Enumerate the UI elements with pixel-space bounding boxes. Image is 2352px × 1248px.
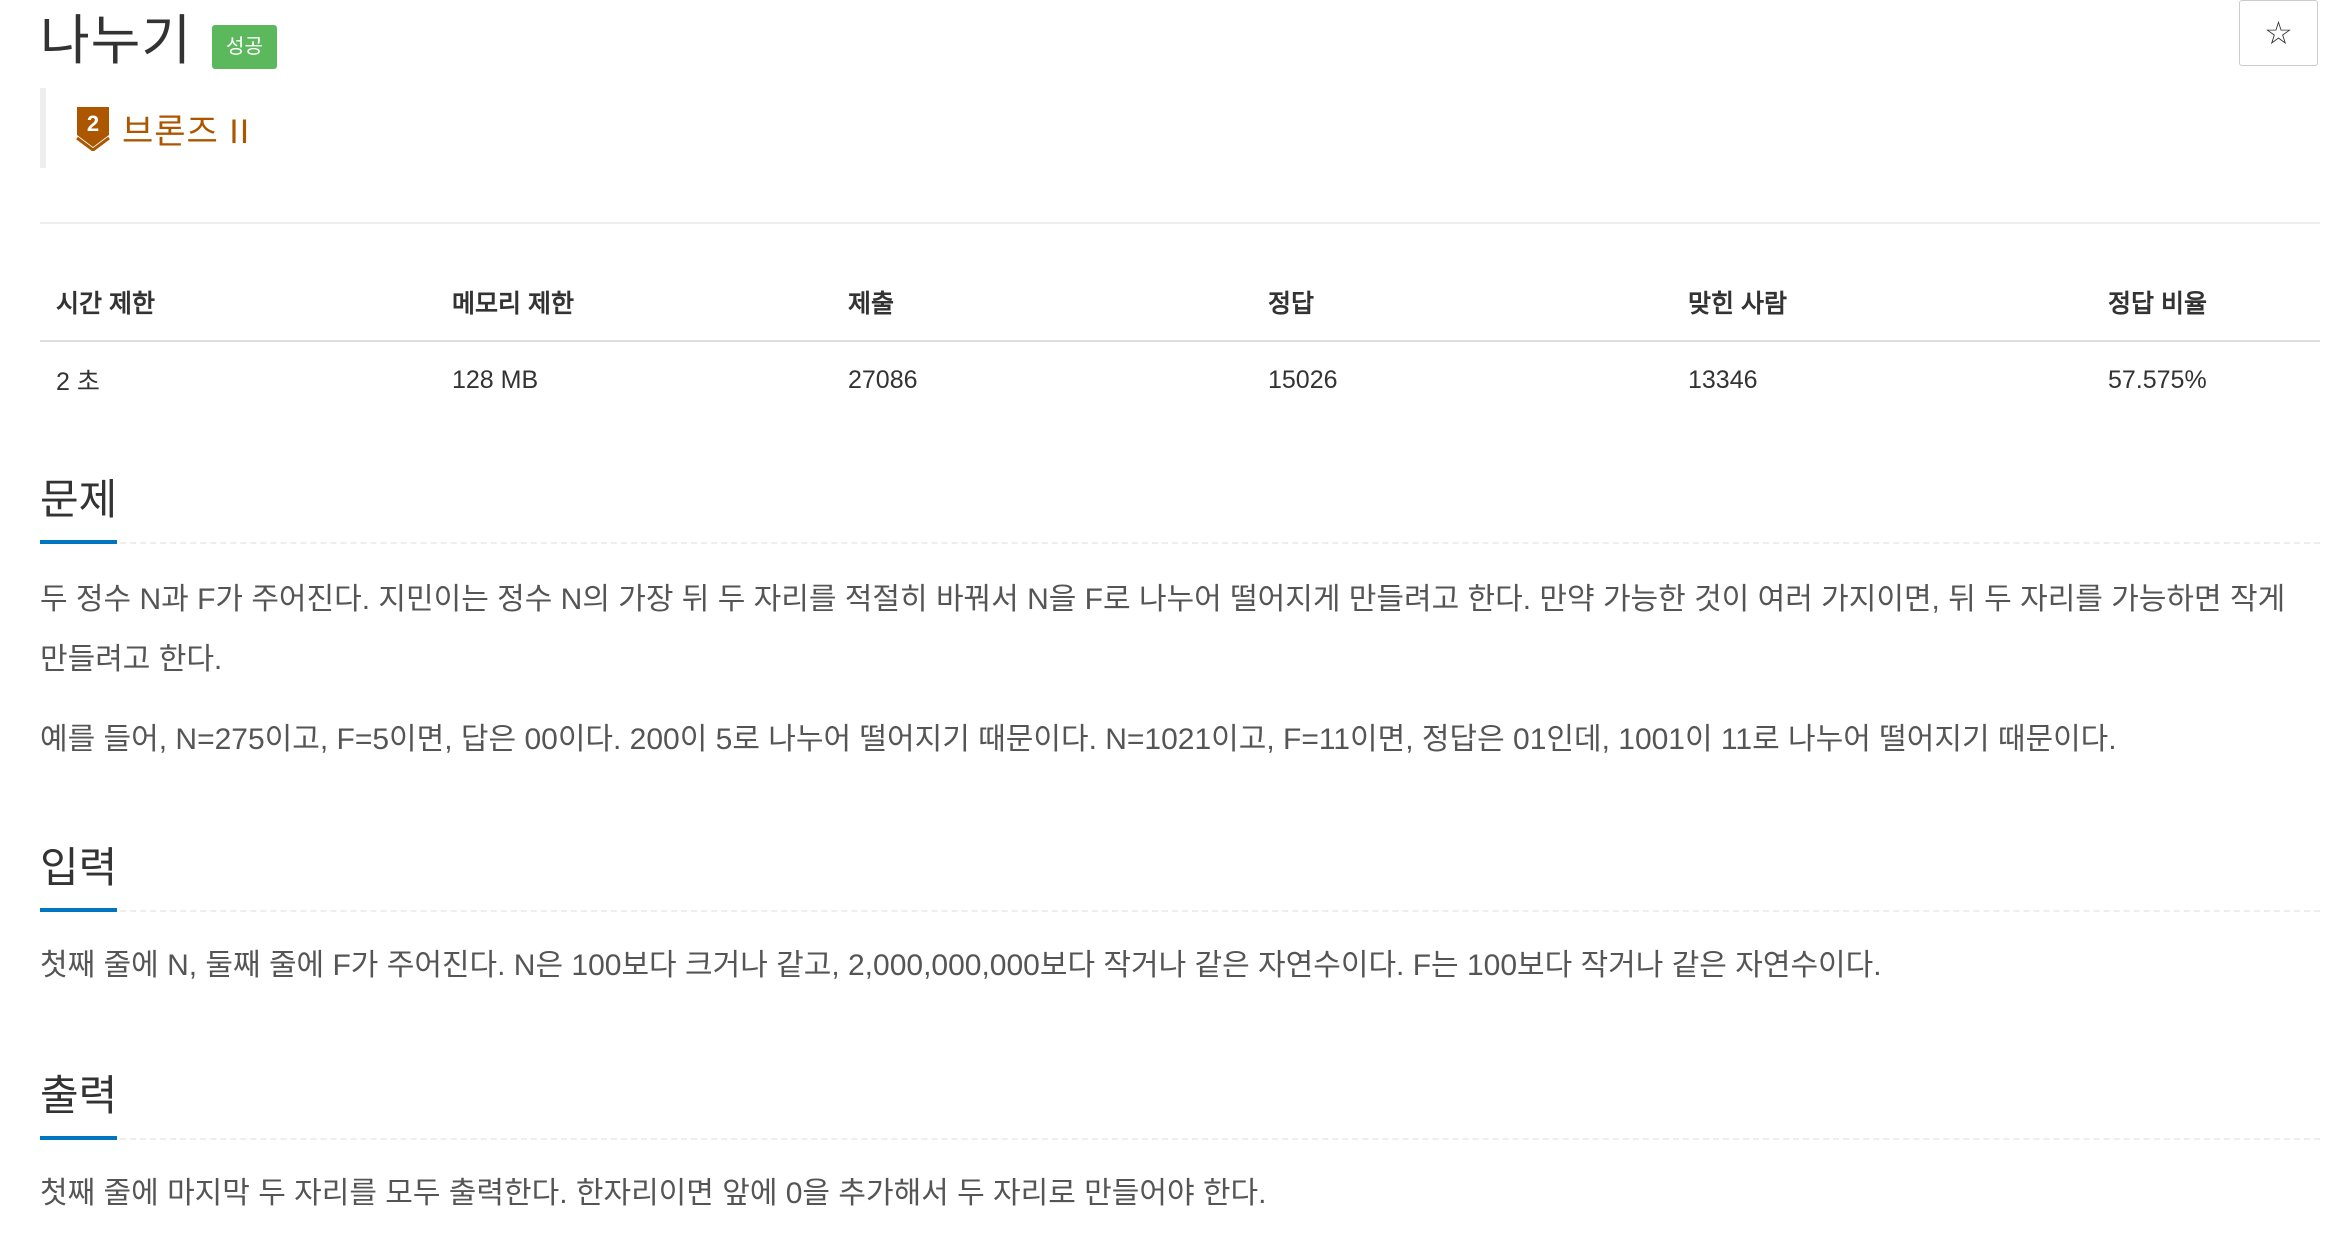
section-output: 출력 첫째 줄에 마지막 두 자리를 모두 출력한다. 한자리이면 앞에 0을 … [40,1056,2320,1210]
problem-info-table: 시간 제한 메모리 제한 제출 정답 맞힌 사람 정답 비율 2 초 128 M… [40,270,2320,418]
tier-block: 2 브론즈 II [40,88,250,168]
value-time-limit: 2 초 [56,368,100,396]
value-memory-limit: 128 MB [452,365,539,394]
section-problem-head: 문제 [40,460,2320,544]
tier-label[interactable]: 브론즈 II [122,104,250,153]
header-time-limit: 시간 제한 [40,270,436,342]
value-solved-users[interactable]: 13346 [1672,341,2092,418]
section-output-title: 출력 [40,1072,118,1140]
star-icon: ☆ [2264,15,2293,51]
problem-paragraph-2: 예를 들어, N=275이고, F=5이면, 답은 00이다. 200이 5로 … [40,723,2117,756]
value-accepted[interactable]: 15026 [1252,341,1672,418]
problem-paragraph-1: 두 정수 N과 F가 주어진다. 지민이는 정수 N의 가장 뒤 두 자리를 적… [40,583,2286,676]
problem-page: 나누기 성공 ☆ 2 브론즈 II 시간 제한 메모리 제한 제출 정답 맞힌 … [40,0,2320,1248]
section-input-head: 입력 [40,828,2320,912]
header-submissions: 제출 [832,270,1252,342]
info-header-row: 시간 제한 메모리 제한 제출 정답 맞힌 사람 정답 비율 [40,270,2320,342]
section-output-head: 출력 [40,1056,2320,1140]
section-input-title: 입력 [40,844,118,912]
input-paragraph-1: 첫째 줄에 N, 둘째 줄에 F가 주어진다. N은 100보다 크거나 같고,… [40,949,1882,982]
star-button[interactable]: ☆ [2239,0,2318,66]
info-value-row: 2 초 128 MB 27086 15026 13346 57.575% [40,341,2320,418]
value-accept-ratio: 57.575% [2108,365,2207,394]
section-problem: 문제 두 정수 N과 F가 주어진다. 지민이는 정수 N의 가장 뒤 두 자리… [40,460,2320,756]
bronze-tier-icon: 2 [76,107,110,151]
page-title: 나누기 [40,11,193,71]
section-problem-title: 문제 [40,476,118,544]
header-divider [40,222,2320,224]
output-paragraph-1: 첫째 줄에 마지막 두 자리를 모두 출력한다. 한자리이면 앞에 0을 추가해… [40,1177,1267,1210]
title-row: 나누기 성공 [40,0,277,80]
header-memory-limit: 메모리 제한 [436,270,832,342]
status-badge: 성공 [212,25,277,69]
tier-number: 2 [87,111,99,136]
header-accept-ratio: 정답 비율 [2092,270,2320,342]
header-solved-users: 맞힌 사람 [1672,270,2092,342]
section-input: 입력 첫째 줄에 N, 둘째 줄에 F가 주어진다. N은 100보다 크거나 … [40,828,2320,982]
header-accepted: 정답 [1252,270,1672,342]
value-submissions[interactable]: 27086 [832,341,1252,418]
